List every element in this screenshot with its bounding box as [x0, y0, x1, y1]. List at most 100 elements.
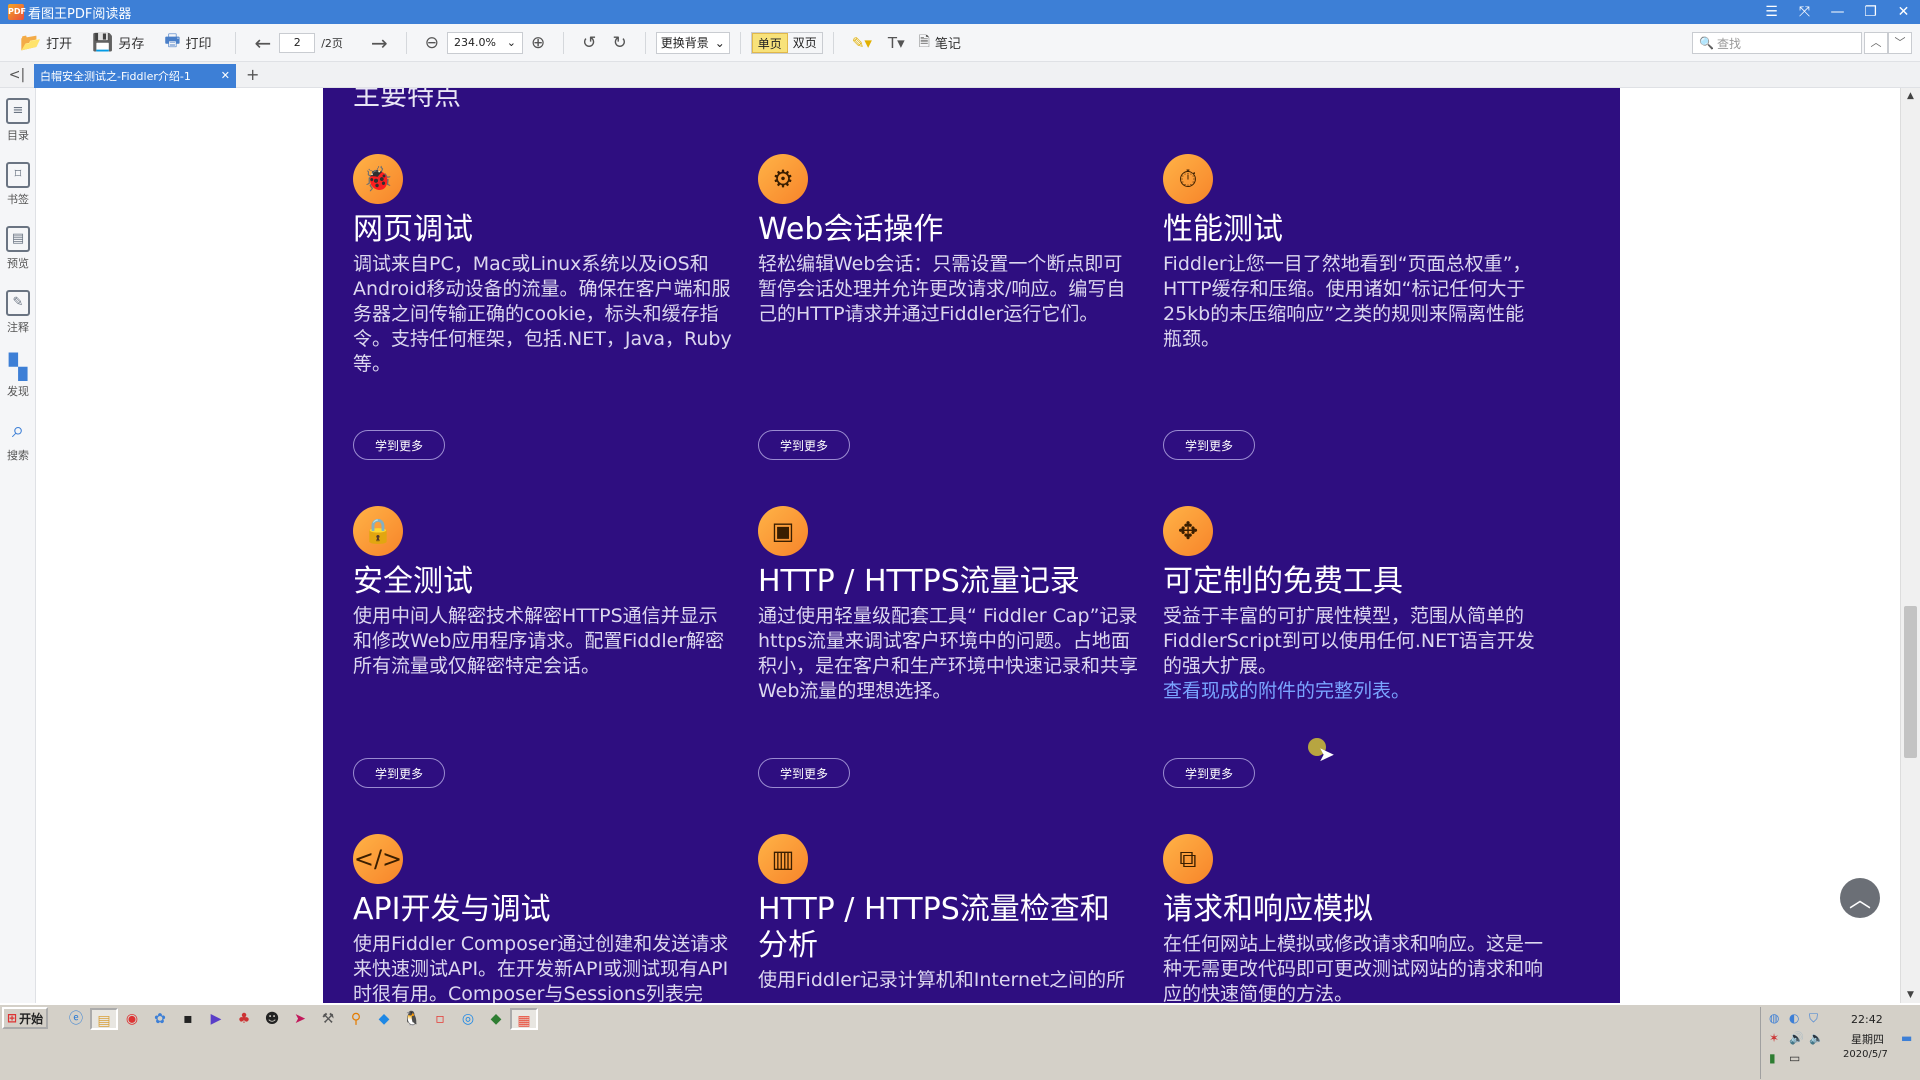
sidebar-item-discover[interactable]: ▚ 发现 [0, 344, 36, 408]
media-player-icon[interactable]: ▶ [202, 1008, 230, 1030]
volume-icon[interactable]: 🔊 [1789, 1031, 1804, 1045]
background-select[interactable]: 更换背景 ⌄ [655, 31, 730, 54]
start-button[interactable]: ⊞ 开始 [2, 1007, 48, 1029]
addons-list-link[interactable]: 查看现成的附件的完整列表。 [1163, 679, 1543, 704]
arrow-app-icon[interactable]: ➤ [286, 1008, 314, 1030]
search-prev-icon[interactable]: ︿ [1864, 32, 1888, 54]
network-icon[interactable]: ◍ [1769, 1011, 1779, 1025]
sidebar-item-toc[interactable]: ≡ 目录 [0, 88, 36, 152]
red-app-icon[interactable]: ▫ [426, 1008, 454, 1030]
zoom-select[interactable]: 234.0% ⌄ [446, 31, 523, 54]
feature-card: 🔒 安全测试 使用中间人解密技术解密HTTPS通信并显示和修改Web应用程序请求… [353, 506, 733, 679]
tools-icon[interactable]: ⚒ [314, 1008, 342, 1030]
next-page-icon[interactable]: → [363, 31, 396, 55]
sidebar-item-bookmark[interactable]: ⌑ 书签 [0, 152, 36, 216]
section-heading: 主要特点 [353, 88, 461, 112]
close-tab-icon[interactable]: ✕ [221, 69, 230, 82]
scroll-up-icon[interactable]: ▲ [1901, 88, 1920, 104]
document-viewer[interactable]: 主要特点 🐞 网页调试 调试来自PC，Mac或Linux系统以及iOS和Andr… [36, 88, 1900, 1003]
shield-icon[interactable]: ⛉ [1809, 1011, 1818, 1026]
page-mode-toggle: 单页 双页 [750, 31, 823, 54]
qq-icon[interactable]: 🐧 [398, 1008, 426, 1030]
chrome-icon[interactable]: ◉ [118, 1008, 146, 1030]
sidebar-item-annotation[interactable]: ✎ 注释 [0, 280, 36, 344]
zoom-out-icon[interactable]: ⊖ [417, 33, 447, 53]
highlighter-icon[interactable]: ✎▾ [844, 34, 880, 52]
add-tab-icon[interactable]: + [246, 65, 259, 84]
learn-more-button[interactable]: 学到更多 [353, 430, 445, 460]
learn-more-button[interactable]: 学到更多 [758, 758, 850, 788]
learn-more-button[interactable]: 学到更多 [353, 758, 445, 788]
toolbar-divider [739, 31, 741, 54]
terminal-icon[interactable]: ▪ [174, 1008, 202, 1030]
feature-description: 通过使用轻量级配套工具“ Fiddler Cap”记录https流量来调试客户环… [758, 605, 1139, 702]
toolbar-divider [832, 31, 834, 54]
restore-icon[interactable]: ❐ [1854, 0, 1887, 24]
system-tray: ◍ ◐ ⛉ ✶ 🔊 🔈 ▮ ▭ 22:42 星期四 2020/5/7 ▬ [1760, 1007, 1920, 1079]
analytics-icon: ▥ [758, 834, 808, 884]
toolbar-divider [563, 31, 565, 54]
notes-button[interactable]: 🗎 笔记 [913, 29, 967, 57]
feature-description: 调试来自PC，Mac或Linux系统以及iOS和Android移动设备的流量。确… [353, 253, 732, 375]
feature-card: ⚙ Web会话操作 轻松编辑Web会话：只需设置一个断点即可暂停会话处理并允许更… [758, 154, 1138, 327]
explorer-icon[interactable]: ▤ [90, 1008, 118, 1030]
network-app-icon[interactable]: ✿ [146, 1008, 174, 1030]
clock-time[interactable]: 22:42 [1851, 1013, 1883, 1026]
display-icon[interactable]: ▭ [1789, 1051, 1800, 1065]
feature-card: ✥ 可定制的免费工具 受益于丰富的可扩展性模型，范围从简单的FiddlerScr… [1163, 506, 1543, 704]
clock-date: 2020/5/7 [1843, 1049, 1888, 1060]
app-icon[interactable]: ♣ [230, 1008, 258, 1030]
learn-more-button[interactable]: 学到更多 [1163, 430, 1255, 460]
document-tab[interactable]: 白帽安全测试之-Fiddler介绍-1 ✕ [34, 63, 236, 88]
feature-title: 安全测试 [353, 564, 473, 599]
chat-icon[interactable]: ◐ [1789, 1011, 1799, 1025]
rotate-right-icon[interactable]: ↻ [604, 33, 634, 53]
page-number-input[interactable]: 2 [279, 32, 316, 53]
windows-flag-icon: ⊞ [7, 1011, 18, 1025]
scroll-thumb[interactable] [1904, 606, 1917, 758]
sync-icon[interactable]: ◎ [454, 1008, 482, 1030]
feature-description: 使用Fiddler Composer通过创建和发送请求来快速测试API。在开发新… [353, 933, 729, 1003]
tab-bar: <| 白帽安全测试之-Fiddler介绍-1 ✕ + [0, 62, 1920, 88]
vertical-scrollbar[interactable]: ▲ ▼ [1900, 88, 1920, 1003]
menu-icon[interactable]: ☰ [1755, 0, 1788, 24]
feature-description: 使用中间人解密技术解密HTTPS通信并显示和修改Web应用程序请求。配置Fidd… [353, 605, 725, 677]
feature-card: ⏱ 性能测试 Fiddler让您一目了然地看到“页面总权重”，HTTP缓存和压缩… [1163, 154, 1543, 352]
ie-icon[interactable]: ⓔ [62, 1008, 90, 1030]
prev-page-icon[interactable]: ← [246, 31, 279, 55]
fullscreen-icon[interactable]: ⤧ [1788, 0, 1821, 24]
toolbar-divider [235, 31, 237, 54]
save-as-button[interactable]: 💾 另存 [86, 29, 150, 57]
search-input[interactable]: 🔍 查找 [1692, 32, 1862, 54]
print-button[interactable]: 🖶 打印 [158, 29, 217, 57]
show-desktop-icon[interactable]: ▬ [1901, 1031, 1912, 1045]
green-app-icon[interactable]: ◆ [482, 1008, 510, 1030]
battery-icon[interactable]: ▮ [1769, 1051, 1776, 1065]
close-icon[interactable]: ✕ [1887, 0, 1920, 24]
pdf-reader-taskbar-icon[interactable]: ▦ [510, 1008, 538, 1030]
text-tool-icon[interactable]: T▾ [880, 34, 913, 52]
sidebar-item-preview[interactable]: ▤ 预览 [0, 216, 36, 280]
rotate-left-icon[interactable]: ↺ [574, 33, 604, 53]
antivirus-icon[interactable]: ✶ [1769, 1031, 1779, 1045]
minimize-icon[interactable]: — [1821, 0, 1854, 24]
sidebar-item-search[interactable]: ⌕ 搜索 [0, 408, 36, 472]
scroll-to-top-icon[interactable]: ︿ [1840, 878, 1880, 918]
learn-more-button[interactable]: 学到更多 [758, 430, 850, 460]
collapse-sidebar-icon[interactable]: <| [0, 67, 34, 83]
search-next-icon[interactable]: ﹀ [1888, 32, 1912, 54]
open-button[interactable]: 📂 打开 [14, 29, 78, 57]
scroll-down-icon[interactable]: ▼ [1901, 987, 1920, 1003]
panda-icon[interactable]: ☻ [258, 1008, 286, 1030]
blue-app-icon[interactable]: ◆ [370, 1008, 398, 1030]
single-page-button[interactable]: 单页 [751, 32, 788, 53]
search-tool-icon[interactable]: ⚲ [342, 1008, 370, 1030]
feature-card: ▥ HTTP / HTTPS流量检查和分析 使用Fiddler记录计算机和Int… [758, 834, 1138, 993]
preview-icon: ▤ [6, 225, 30, 252]
learn-more-button[interactable]: 学到更多 [1163, 758, 1255, 788]
api-code-icon: </> [353, 834, 403, 884]
speaker-icon[interactable]: 🔈 [1809, 1031, 1824, 1045]
zoom-in-icon[interactable]: ⊕ [523, 33, 553, 53]
feature-description: 轻松编辑Web会话：只需设置一个断点即可暂停会话处理并允许更改请求/响应。编写自… [758, 253, 1126, 325]
double-page-button[interactable]: 双页 [788, 33, 822, 53]
